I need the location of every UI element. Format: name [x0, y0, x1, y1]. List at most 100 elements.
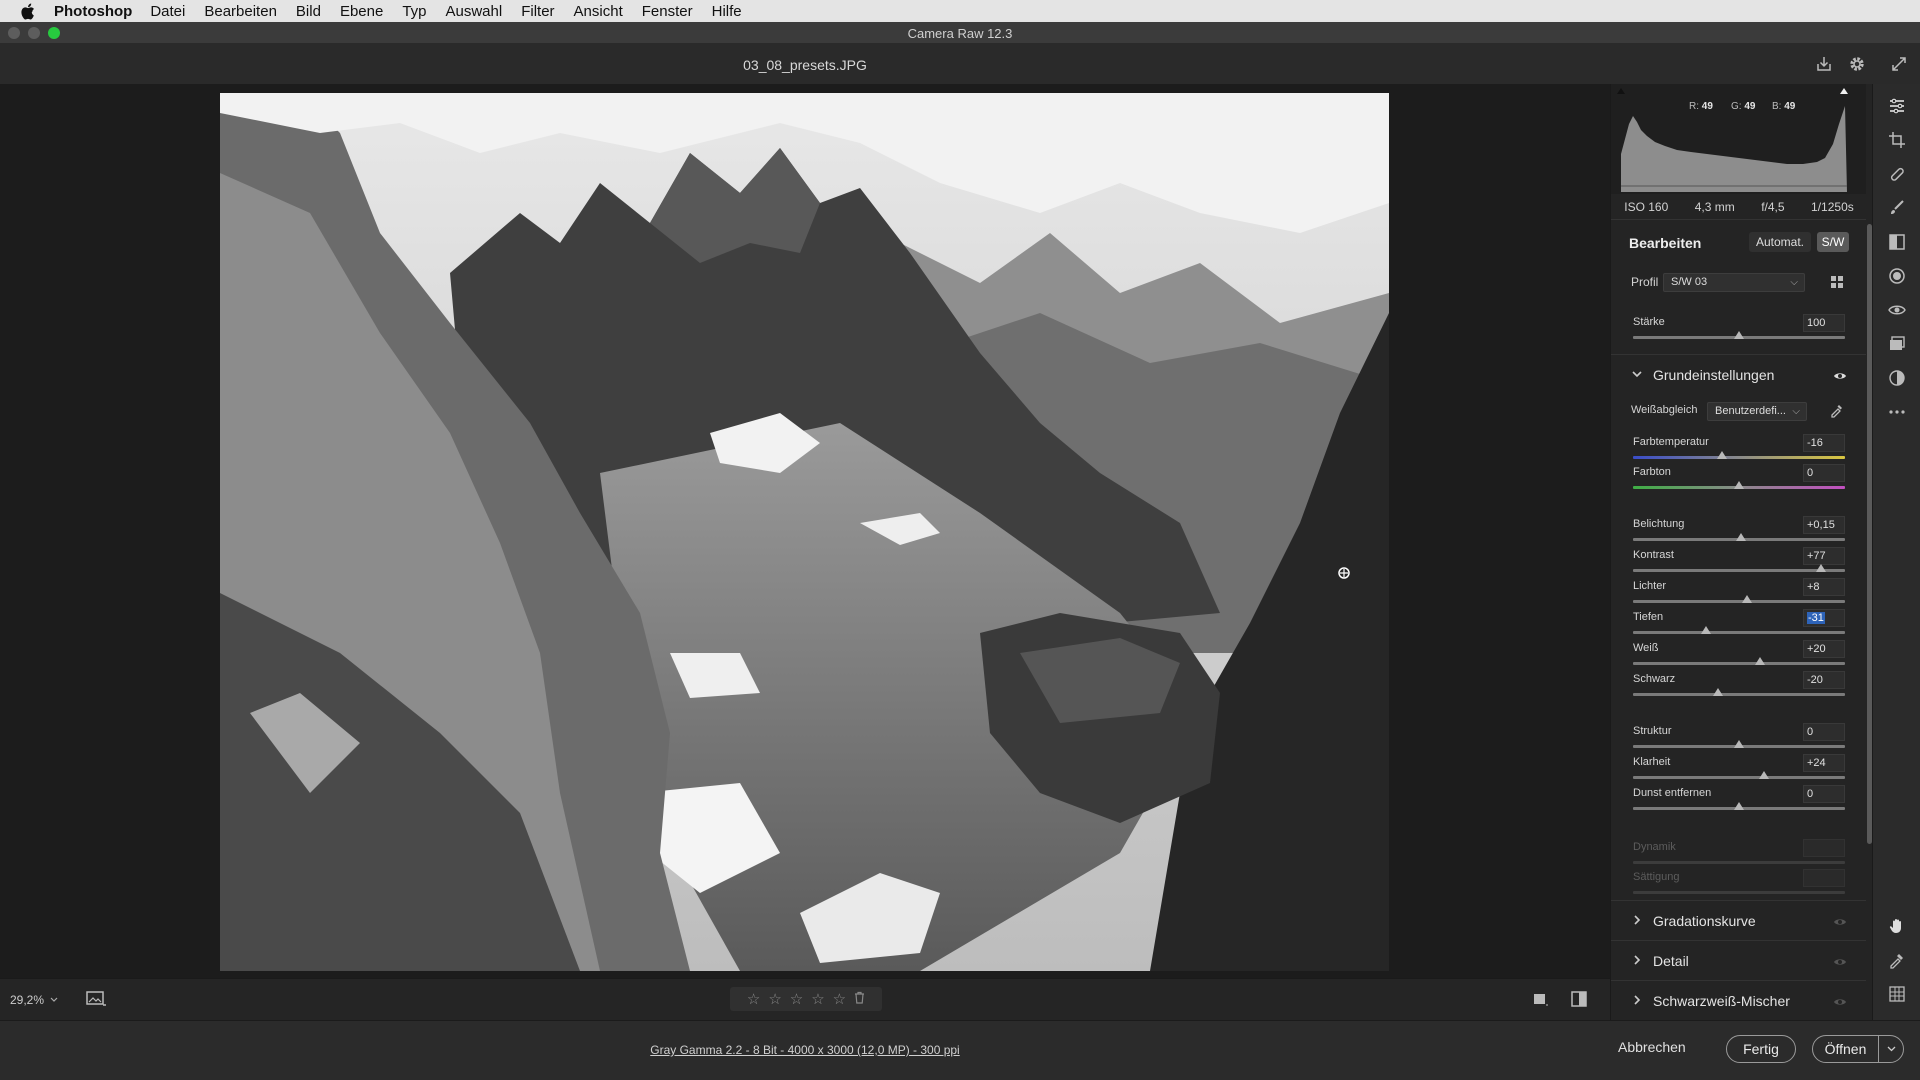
slider-belichtung[interactable]: Belichtung +0,15	[1631, 516, 1845, 548]
image-canvas[interactable]	[0, 84, 1610, 978]
slider-track[interactable]	[1633, 569, 1845, 572]
edit-sliders-icon[interactable]	[1885, 94, 1909, 118]
menu-hilfe[interactable]: Hilfe	[712, 3, 742, 20]
slider-thumb[interactable]	[1734, 331, 1744, 339]
eyedropper-icon[interactable]	[1829, 402, 1845, 423]
star-icon[interactable]: ☆	[790, 990, 803, 1008]
slider-thumb[interactable]	[1701, 626, 1712, 634]
slider-value-input[interactable]: 0	[1803, 785, 1845, 803]
menu-ansicht[interactable]: Ansicht	[574, 3, 623, 20]
snapshots-icon[interactable]	[1885, 332, 1909, 356]
slider-thumb[interactable]	[1755, 657, 1766, 665]
slider-thumb[interactable]	[1734, 802, 1744, 810]
color-sampler-icon[interactable]	[1885, 948, 1909, 972]
workflow-options-link[interactable]: Gray Gamma 2.2 - 8 Bit - 4000 x 3000 (12…	[0, 1043, 1610, 1057]
slider-thumb[interactable]	[1712, 688, 1723, 696]
eye-icon[interactable]	[1833, 954, 1847, 972]
menu-bild[interactable]: Bild	[296, 3, 321, 20]
slider-value-input[interactable]: +24	[1803, 754, 1845, 772]
slider-thumb[interactable]	[1759, 771, 1770, 779]
gear-icon[interactable]	[1846, 53, 1868, 75]
white-balance-select[interactable]: Benutzerdefi... ⌵	[1707, 402, 1807, 421]
menu-fenster[interactable]: Fenster	[642, 3, 693, 20]
slider-track[interactable]	[1633, 631, 1845, 634]
section-bw-mixer[interactable]: Schwarzweiß-Mischer	[1611, 980, 1866, 1018]
eye-icon[interactable]	[1833, 368, 1847, 386]
slider-thumb[interactable]	[1717, 451, 1728, 459]
slider-thumb[interactable]	[1736, 533, 1747, 541]
bw-button[interactable]: S/W	[1817, 232, 1849, 252]
chevron-down-icon[interactable]	[1631, 367, 1643, 385]
slider-value-input[interactable]	[1803, 839, 1845, 857]
menu-filter[interactable]: Filter	[521, 3, 554, 20]
save-image-icon[interactable]	[1813, 53, 1835, 75]
slider-dunst-entfernen[interactable]: Dunst entfernen 0	[1631, 785, 1845, 817]
before-after-icon[interactable]	[1570, 990, 1588, 1013]
brush-icon[interactable]	[1885, 196, 1909, 220]
slider-weiß[interactable]: Weiß +20	[1631, 640, 1845, 672]
slider-track[interactable]	[1633, 776, 1845, 779]
filmstrip-icon[interactable]	[85, 990, 107, 1013]
gradient-filter-icon[interactable]	[1885, 230, 1909, 254]
chevron-right-icon[interactable]	[1631, 953, 1643, 971]
chevron-right-icon[interactable]	[1631, 993, 1643, 1011]
slider-value-input[interactable]: 0	[1803, 723, 1845, 741]
apple-icon[interactable]	[20, 3, 40, 20]
menu-app-photoshop[interactable]: Photoshop	[54, 3, 132, 20]
slider-value-input[interactable]: +8	[1803, 578, 1845, 596]
menu-bearbeiten[interactable]: Bearbeiten	[204, 3, 277, 20]
slider-schwarz[interactable]: Schwarz -20	[1631, 671, 1845, 703]
menu-datei[interactable]: Datei	[150, 3, 185, 20]
trash-icon[interactable]	[854, 991, 865, 1008]
zoom-control[interactable]: 29,2%	[10, 993, 58, 1007]
profile-browser-icon[interactable]	[1829, 274, 1845, 295]
slider-value-input[interactable]: -31	[1803, 609, 1845, 627]
slider-value-input[interactable]: 0	[1803, 464, 1845, 482]
slider-farbton[interactable]: Farbton 0	[1631, 464, 1845, 496]
slider-struktur[interactable]: Struktur 0	[1631, 723, 1845, 755]
slider-value-input[interactable]	[1803, 869, 1845, 887]
crop-icon[interactable]	[1885, 128, 1909, 152]
hand-icon[interactable]	[1885, 914, 1909, 938]
red-eye-icon[interactable]	[1885, 298, 1909, 322]
photo-preview[interactable]	[220, 93, 1389, 971]
slider-dynamik[interactable]: Dynamik	[1631, 839, 1845, 871]
section-detail[interactable]: Detail	[1611, 940, 1866, 978]
slider-farbtemperatur[interactable]: Farbtemperatur -16	[1631, 434, 1845, 466]
menu-ebene[interactable]: Ebene	[340, 3, 383, 20]
slider-value-input[interactable]: 100	[1803, 314, 1845, 332]
eye-icon[interactable]	[1833, 994, 1847, 1012]
single-view-icon[interactable]	[1532, 991, 1548, 1012]
profile-select[interactable]: S/W 03 ⌵	[1663, 273, 1805, 292]
eye-icon[interactable]	[1833, 914, 1847, 932]
slider-value-input[interactable]: -20	[1803, 671, 1845, 689]
radial-filter-icon[interactable]	[1885, 264, 1909, 288]
cancel-button[interactable]: Abbrechen	[1618, 1039, 1686, 1055]
slider-kontrast[interactable]: Kontrast +77	[1631, 547, 1845, 579]
slider-thumb[interactable]	[1742, 595, 1753, 603]
star-icon[interactable]: ☆	[833, 990, 846, 1008]
done-button[interactable]: Fertig	[1726, 1035, 1796, 1063]
slider-klarheit[interactable]: Klarheit +24	[1631, 754, 1845, 786]
star-icon[interactable]: ☆	[747, 990, 760, 1008]
presets-icon[interactable]	[1885, 366, 1909, 390]
slider-thumb[interactable]	[1734, 481, 1744, 489]
slider-value-input[interactable]: +77	[1803, 547, 1845, 565]
slider-track[interactable]	[1633, 456, 1845, 459]
slider-track[interactable]	[1633, 891, 1845, 894]
open-button[interactable]: Öffnen	[1812, 1035, 1904, 1063]
slider-track[interactable]	[1633, 861, 1845, 864]
slider-value-input[interactable]: +20	[1803, 640, 1845, 658]
slider-amount[interactable]: Stärke 100	[1631, 314, 1845, 346]
menu-auswahl[interactable]: Auswahl	[446, 3, 503, 20]
slider-thumb[interactable]	[1734, 740, 1744, 748]
slider-lichter[interactable]: Lichter +8	[1631, 578, 1845, 610]
menu-typ[interactable]: Typ	[402, 3, 426, 20]
chevron-down-icon[interactable]	[1879, 1036, 1903, 1062]
slider-value-input[interactable]: -16	[1803, 434, 1845, 452]
slider-sättigung[interactable]: Sättigung	[1631, 869, 1845, 901]
star-icon[interactable]: ☆	[811, 990, 824, 1008]
section-tone-curve[interactable]: Gradationskurve	[1611, 900, 1866, 938]
slider-track[interactable]	[1633, 600, 1845, 603]
auto-button[interactable]: Automat.	[1749, 232, 1811, 252]
